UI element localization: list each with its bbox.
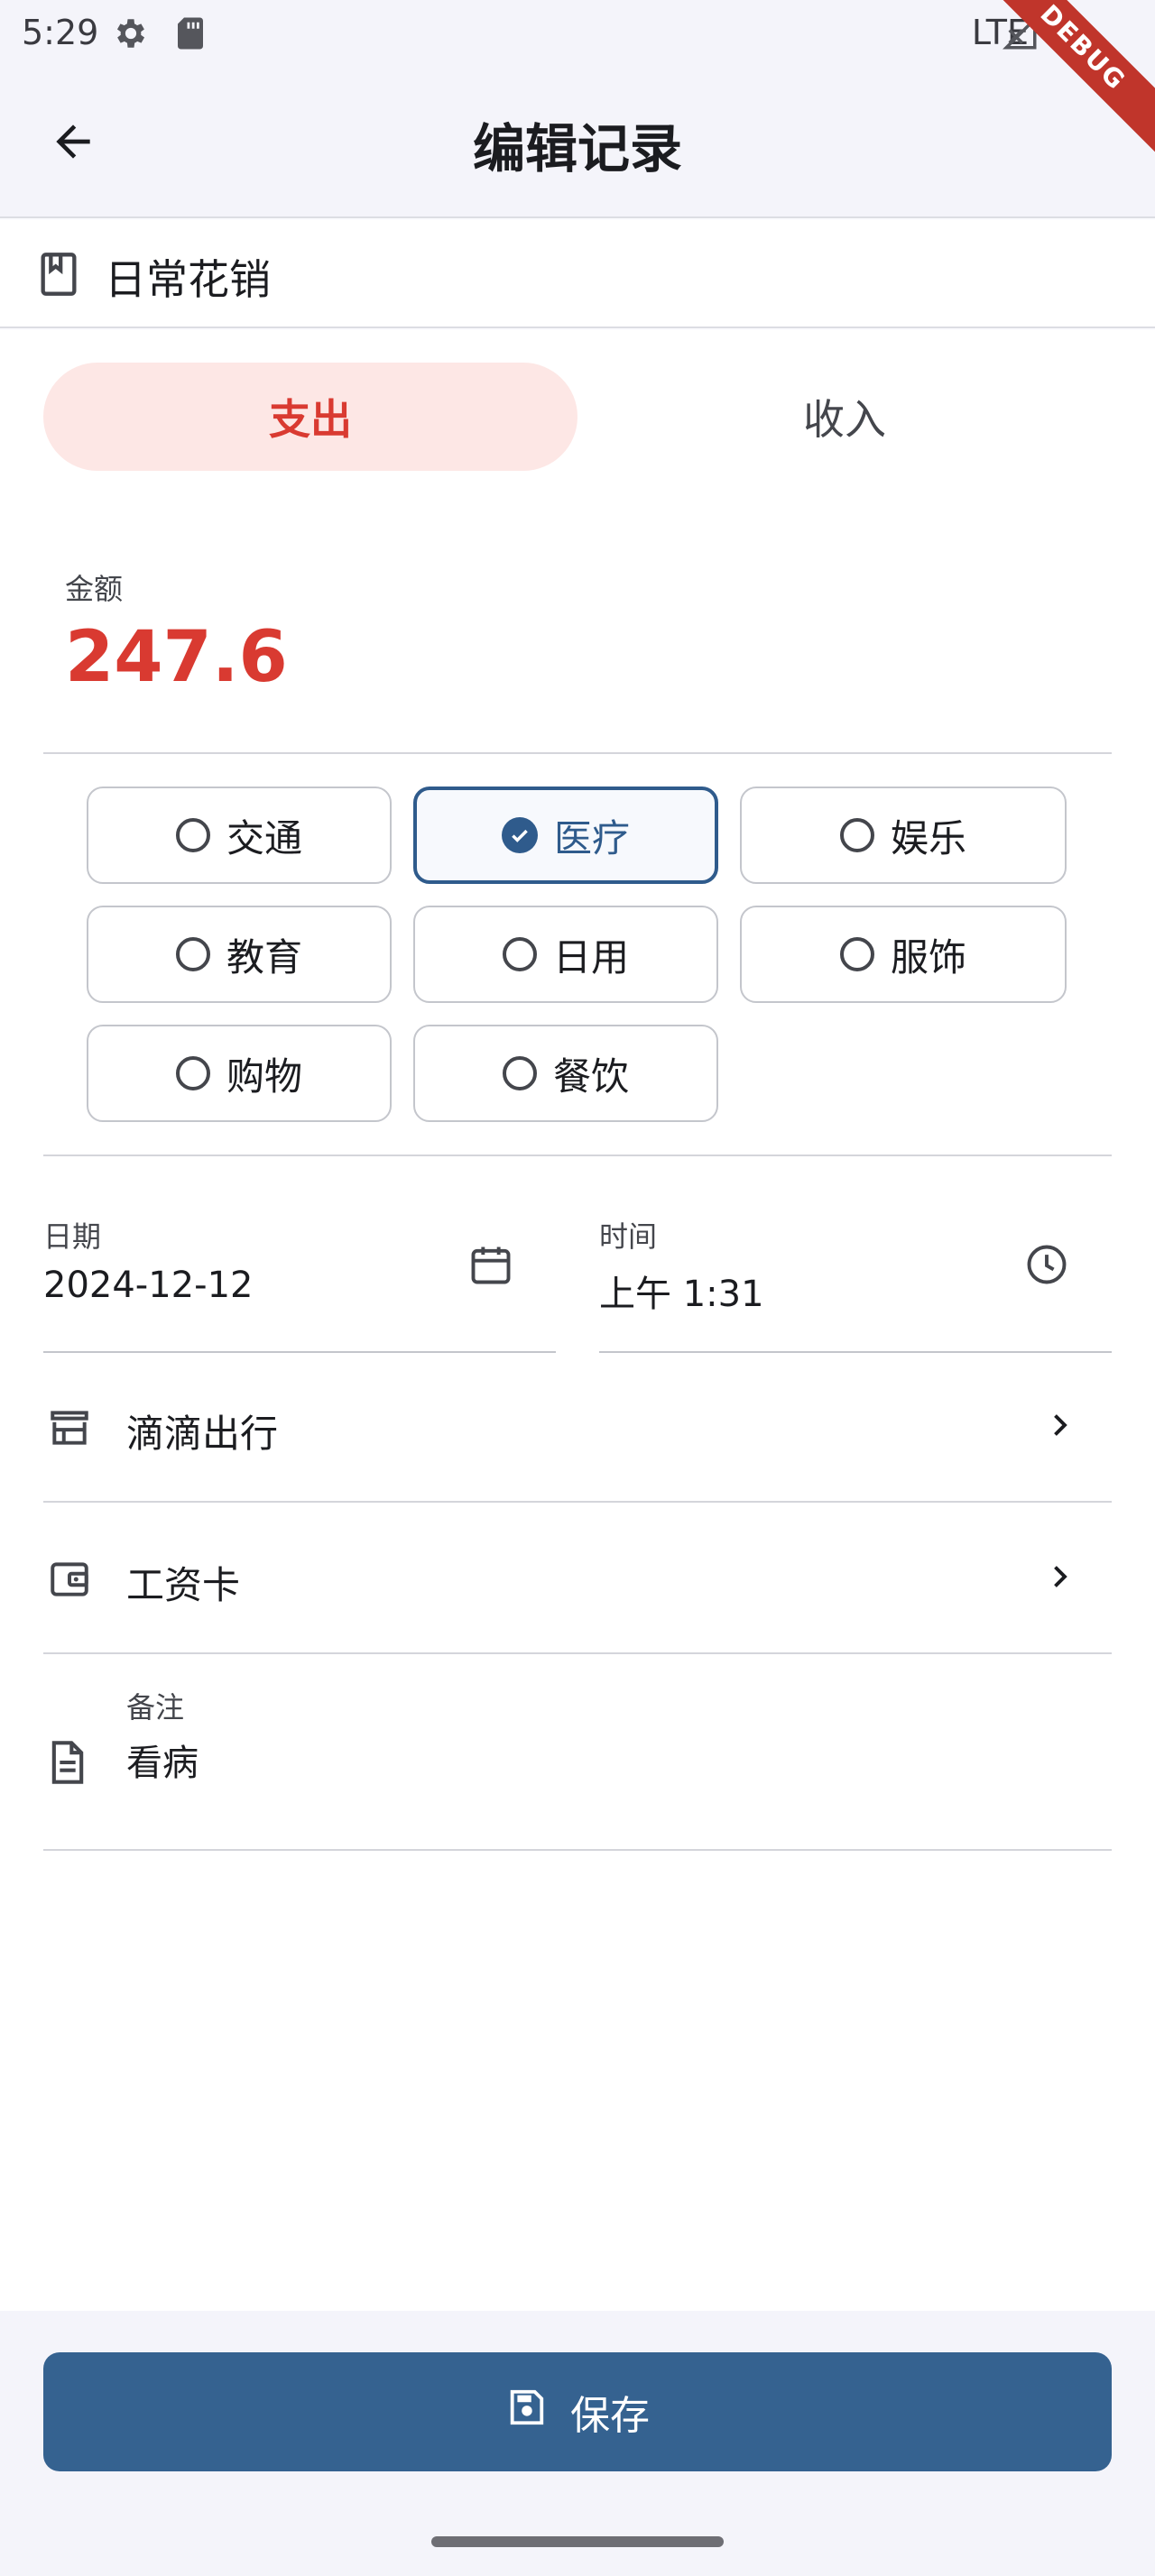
document-icon <box>47 1739 88 1789</box>
app-bar: 编辑记录 <box>0 67 1155 218</box>
book-icon <box>38 251 79 301</box>
calendar-icon[interactable] <box>467 1241 514 1292</box>
tab-income[interactable]: 收入 <box>578 363 1112 471</box>
radio-unchecked-icon <box>175 818 210 852</box>
divider <box>43 1155 1112 1156</box>
date-value: 2024-12-12 <box>43 1265 254 1306</box>
system-nav-bar <box>0 2509 1155 2576</box>
category-chip-shopping[interactable]: 购物 <box>87 1025 392 1122</box>
category-chip-entertainment[interactable]: 娱乐 <box>740 787 1067 884</box>
save-label: 保存 <box>570 2393 650 2439</box>
radio-unchecked-icon <box>839 937 874 971</box>
amount-label: 金额 <box>65 572 124 606</box>
category-chip-daily[interactable]: 日用 <box>413 906 718 1003</box>
category-label: 教育 <box>226 934 302 980</box>
category-label: 购物 <box>226 1053 302 1099</box>
wallet-icon <box>47 1557 92 1605</box>
merchant-label: 滴滴出行 <box>126 1412 279 1456</box>
radio-unchecked-icon <box>502 1056 537 1090</box>
date-label: 日期 <box>43 1219 102 1254</box>
ledger-selector[interactable]: 日常花销 <box>0 220 1155 328</box>
bottom-bar: 保存 <box>0 2311 1155 2509</box>
category-label: 娱乐 <box>890 815 966 860</box>
divider <box>43 752 1112 754</box>
chevron-right-icon <box>1043 1409 1076 1445</box>
store-icon <box>47 1405 92 1454</box>
category-chip-medical[interactable]: 医疗 <box>413 787 718 884</box>
radio-unchecked-icon <box>175 1056 210 1090</box>
page-title: 编辑记录 <box>472 118 682 179</box>
category-label: 医疗 <box>553 815 630 860</box>
account-label: 工资卡 <box>126 1563 241 1607</box>
radio-unchecked-icon <box>502 937 537 971</box>
account-row[interactable]: 工资卡 <box>43 1504 1112 1654</box>
category-chip-clothing[interactable]: 服饰 <box>740 906 1067 1003</box>
category-chip-transport[interactable]: 交通 <box>87 787 392 884</box>
sd-card-icon <box>173 14 208 56</box>
merchant-row[interactable]: 滴滴出行 <box>43 1353 1112 1503</box>
record-form: 支出 收入 金额 247.6 交通 医疗 娱乐 教育 日用 服饰 购物 餐饮 日… <box>0 330 1155 2311</box>
category-label: 交通 <box>226 815 302 860</box>
category-label: 服饰 <box>890 934 966 980</box>
category-label: 日用 <box>552 934 629 980</box>
category-chip-dining[interactable]: 餐饮 <box>413 1025 718 1122</box>
settings-icon <box>112 14 150 56</box>
clock-icon[interactable] <box>1023 1241 1070 1292</box>
time-label: 时间 <box>599 1219 658 1254</box>
radio-unchecked-icon <box>175 937 210 971</box>
status-time: 5:29 <box>22 13 99 52</box>
tab-expense[interactable]: 支出 <box>43 363 578 471</box>
category-chip-education[interactable]: 教育 <box>87 906 392 1003</box>
ledger-name: 日常花销 <box>105 255 271 304</box>
note-value: 看病 <box>126 1743 199 1784</box>
amount-input[interactable]: 247.6 <box>65 617 288 698</box>
time-field[interactable]: 时间 上午 1:31 <box>599 1214 1112 1355</box>
save-button[interactable]: 保存 <box>43 2352 1112 2471</box>
time-value: 上午 1:31 <box>599 1274 764 1315</box>
date-field[interactable]: 日期 2024-12-12 <box>43 1214 556 1355</box>
radio-unchecked-icon <box>839 818 874 852</box>
check-circle-icon <box>501 817 538 853</box>
save-icon <box>505 2387 547 2438</box>
category-label: 餐饮 <box>552 1053 629 1099</box>
chevron-right-icon <box>1043 1560 1076 1596</box>
note-field[interactable]: 备注 看病 <box>43 1656 1112 1851</box>
type-toggle: 支出 收入 <box>43 363 1112 471</box>
status-bar: 5:29 LTE <box>0 0 1155 67</box>
home-indicator[interactable] <box>431 2536 724 2547</box>
note-label: 备注 <box>126 1690 185 1725</box>
